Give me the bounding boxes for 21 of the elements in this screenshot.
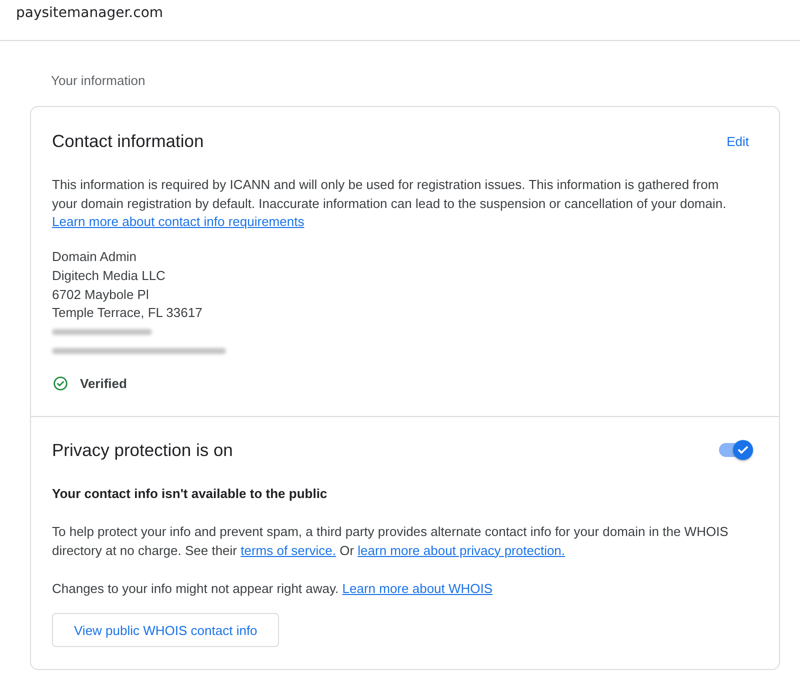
text-link[interactable]: Learn more about WHOIS	[342, 580, 493, 596]
address-line: Temple Terrace, FL 33617	[52, 304, 204, 322]
text-link[interactable]: terms of service.	[240, 542, 336, 558]
edit-link[interactable]: Edit	[726, 134, 749, 148]
status-label: Verified	[80, 376, 127, 392]
address-line: Domain Admin	[52, 248, 138, 266]
privacy-text: To help protect your info and prevent spam, a third party provides alternate contact info for your domain in the WHOIS directory at no charge. See their terms of service. Or learn more about privacy protection.	[52, 522, 730, 560]
privacy-subtitle: Your contact info isn't available to the public	[52, 485, 328, 504]
privacy-title: Privacy protection is on	[52, 439, 233, 462]
section-title: Your information	[51, 72, 146, 90]
view-whois-button[interactable]: View public WHOIS contact info	[52, 613, 280, 648]
check-icon	[738, 446, 748, 454]
card-title: Contact information	[52, 130, 204, 153]
privacy-text: Changes to your info might not appear right away. Learn more about WHOIS	[52, 580, 494, 598]
description-text: This information is required by ICANN and will only be used for registration issues. This information is gathered from your domain registration by default. Inaccurate information can lead to the suspension or cancellation of your domain. Learn more about contact info requirements	[52, 176, 728, 232]
text-link[interactable]: learn more about privacy protection.	[358, 542, 566, 558]
privacy-toggle[interactable]	[719, 440, 753, 460]
address-line: Digitech Media LLC	[52, 266, 166, 285]
address-line: 6702 Maybole Pl	[52, 286, 150, 304]
site-title: paysitemanager.com	[16, 4, 164, 22]
learn-more-link[interactable]: Learn more about contact info requirements	[52, 214, 304, 230]
